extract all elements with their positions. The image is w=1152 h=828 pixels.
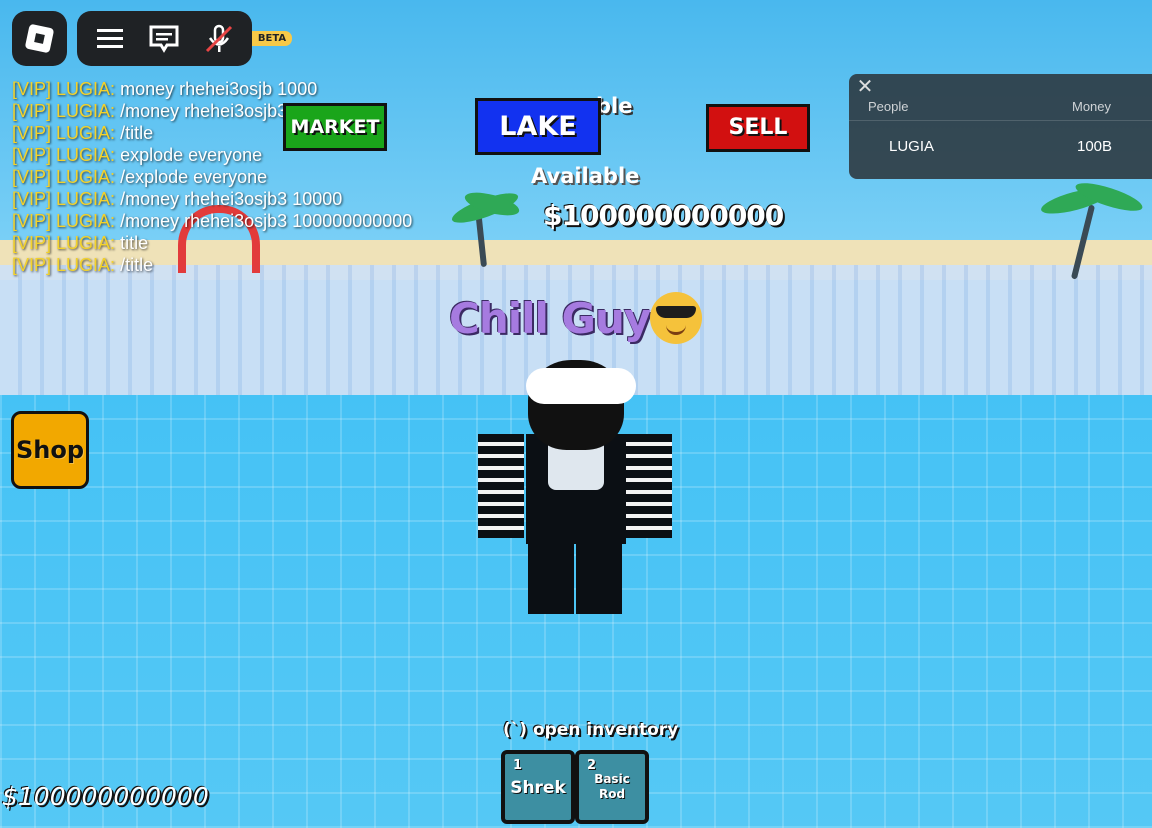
chat-message: [VIP] LUGIA: /explode everyone [12, 167, 268, 187]
chat-message: [VIP] LUGIA: money rhehei3osjb 1000 [12, 79, 318, 99]
chat-message: [VIP] LUGIA: /money rhehei3osjb3 1000000… [12, 211, 413, 231]
lake-button[interactable]: LAKE [475, 98, 601, 155]
avatar-left-arm [478, 434, 524, 538]
close-icon[interactable]: ✕ [855, 77, 875, 97]
palm-tree [449, 187, 522, 270]
chat-message: [VIP] LUGIA: title [12, 233, 149, 253]
chat-message: [VIP] LUGIA: /title [12, 255, 154, 275]
hotbar-slot-2[interactable]: 2 Basic Rod [575, 750, 649, 824]
slot-label: Basic Rod [594, 772, 630, 801]
roblox-logo-icon [24, 23, 55, 54]
chat-icon[interactable] [148, 23, 180, 55]
slot-label: Shrek [510, 778, 566, 798]
avatar-right-arm [626, 434, 672, 538]
sell-button[interactable]: SELL [706, 104, 810, 152]
leaderboard-player-name[interactable]: LUGIA [889, 138, 934, 155]
leaderboard-header-people: People [868, 99, 909, 114]
money-display: $100000000000 [2, 782, 209, 811]
leaderboard: ✕ People Money LUGIA 100B [849, 74, 1152, 179]
inventory-hint: (`) open inventory [503, 720, 679, 740]
leaderboard-header-money: Money [1072, 99, 1112, 114]
avatar-right-leg [576, 530, 622, 614]
microphone-muted-icon[interactable] [203, 23, 235, 55]
partially-hidden-title: ble [596, 94, 633, 118]
hotbar-slot-1[interactable]: 1 Shrek [501, 750, 575, 824]
shop-button[interactable]: Shop [11, 411, 89, 489]
available-money: $100000000000 [543, 199, 784, 232]
palm-tree [1038, 177, 1150, 283]
hamburger-menu-icon[interactable] [94, 23, 126, 55]
topbar-controls [77, 11, 252, 66]
player-avatar[interactable] [478, 350, 674, 618]
divider [849, 120, 1152, 121]
market-button[interactable]: MARKET [283, 103, 387, 151]
chat-message: [VIP] LUGIA: /money rhehei3osjb3 10000 [12, 189, 343, 209]
avatar-left-leg [528, 530, 574, 614]
beta-badge: BETA [252, 31, 292, 46]
leaderboard-player-money: 100B [1077, 138, 1113, 155]
available-label: Available [531, 164, 640, 188]
sunglasses-emoji-icon [650, 292, 702, 344]
slot-number: 1 [513, 758, 523, 773]
roblox-menu-button[interactable] [12, 11, 67, 66]
slot-number: 2 [587, 758, 597, 773]
avatar-santa-hat [526, 368, 636, 404]
player-title: Chill Guy [449, 294, 651, 343]
